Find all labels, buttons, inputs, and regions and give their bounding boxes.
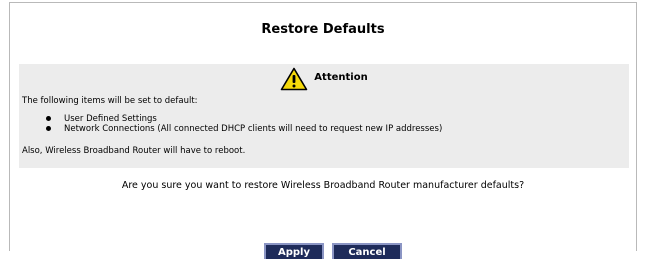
list-item-label: User Defined Settings bbox=[64, 114, 157, 124]
attention-header: Attention bbox=[19, 66, 629, 92]
intro-text: The following items will be set to defau… bbox=[22, 96, 198, 106]
confirm-question: Are you sure you want to restore Wireles… bbox=[121, 180, 525, 191]
bullet-icon bbox=[46, 116, 51, 121]
cancel-button[interactable]: Cancel bbox=[332, 243, 402, 259]
list-item: Network Connections (All connected DHCP … bbox=[46, 124, 442, 134]
page-title: Restore Defaults bbox=[261, 22, 385, 37]
apply-button[interactable]: Apply bbox=[264, 243, 324, 259]
reboot-note: Also, Wireless Broadband Router will hav… bbox=[22, 146, 246, 156]
list-item: User Defined Settings bbox=[46, 114, 442, 124]
bullet-icon bbox=[46, 126, 51, 131]
default-items-list: User Defined Settings Network Connection… bbox=[46, 114, 442, 134]
warning-triangle-icon bbox=[280, 67, 308, 91]
list-item-label: Network Connections (All connected DHCP … bbox=[64, 124, 443, 134]
attention-panel: Attention The following items will be se… bbox=[19, 64, 629, 168]
restore-defaults-frame: Restore Defaults Attention The following… bbox=[9, 2, 637, 259]
attention-label: Attention bbox=[314, 71, 368, 83]
